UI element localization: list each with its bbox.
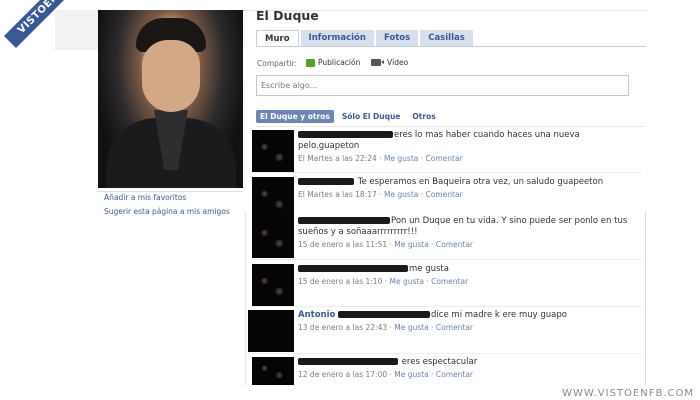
post-divider	[252, 259, 642, 260]
filter-otros[interactable]: Otros	[408, 110, 439, 123]
screenshot-page: Añadir a mis favoritos Sugerir esta pági…	[0, 0, 700, 400]
like-link[interactable]: Me gusta	[394, 370, 428, 379]
redacted-name	[338, 311, 431, 318]
top-strip	[55, 10, 98, 50]
poster-avatar[interactable]	[252, 357, 294, 385]
post-time: 15 de enero a las 11:51	[298, 240, 388, 249]
tab-divider	[256, 46, 646, 47]
poster-avatar[interactable]	[252, 130, 294, 172]
post-divider	[252, 172, 642, 173]
post-author[interactable]: Antonio	[298, 310, 335, 320]
like-link[interactable]: Me gusta	[384, 154, 418, 163]
left-blank-area	[55, 215, 245, 385]
sidebar-divider	[98, 191, 243, 192]
profile-photo[interactable]	[98, 10, 243, 188]
wall-filters: El Duque y otros Sólo El Duque Otros	[256, 110, 440, 123]
filter-duque-y-otros[interactable]: El Duque y otros	[256, 110, 334, 123]
post-time: El Martes a las 18:17	[298, 190, 377, 199]
redacted-name	[298, 265, 408, 272]
redacted-name	[298, 178, 354, 185]
post-text: dice mi madre k ere muy guapo	[431, 310, 567, 320]
status-composer-input[interactable]: Escribe algo...	[256, 75, 629, 96]
comment-link[interactable]: Comentar	[426, 154, 463, 163]
add-to-favorites-link[interactable]: Añadir a mis favoritos	[104, 193, 186, 202]
post-text: me gusta	[409, 264, 449, 274]
comment-link[interactable]: Comentar	[431, 277, 468, 286]
post-time: 13 de enero a las 22:43	[298, 323, 388, 332]
poster-avatar[interactable]	[252, 216, 294, 258]
filter-solo-duque[interactable]: Sólo El Duque	[338, 110, 405, 123]
poster-avatar[interactable]	[252, 177, 294, 219]
poster-avatar[interactable]	[248, 310, 294, 352]
video-camera-icon	[371, 59, 384, 66]
comment-link[interactable]: Comentar	[436, 240, 473, 249]
comment-link[interactable]: Comentar	[436, 370, 473, 379]
comment-link[interactable]: Comentar	[426, 190, 463, 199]
site-watermark: WWW.VISTOENFB.COM	[562, 388, 694, 399]
redacted-name	[298, 217, 390, 224]
filter-divider	[256, 126, 646, 127]
like-link[interactable]: Me gusta	[384, 190, 418, 199]
profile-tabs: Muro Información Fotos Casillas	[256, 30, 473, 46]
post-time: El Martes a las 22:24	[298, 154, 377, 163]
redacted-name	[298, 358, 398, 365]
post-time: 12 de enero a las 17:00	[298, 370, 388, 379]
speech-bubble-icon	[306, 58, 315, 68]
tab-informacion[interactable]: Información	[300, 30, 374, 46]
tab-fotos[interactable]: Fotos	[375, 30, 419, 46]
tab-casillas[interactable]: Casillas	[420, 30, 473, 46]
comment-link[interactable]: Comentar	[436, 323, 473, 332]
post-divider	[252, 353, 642, 354]
share-publicacion-label: Publicación	[318, 58, 361, 67]
post-text: eres espectacular	[401, 357, 478, 367]
page-title: El Duque	[256, 8, 319, 23]
like-link[interactable]: Me gusta	[394, 240, 428, 249]
share-publicacion-button[interactable]: Publicación	[306, 58, 361, 68]
post-text: Te esperamos en Baqueira otra vez, un sa…	[357, 177, 604, 187]
share-video-label: Vídeo	[387, 58, 409, 67]
post-divider	[252, 306, 642, 307]
like-link[interactable]: Me gusta	[394, 323, 428, 332]
poster-avatar[interactable]	[252, 264, 294, 306]
redacted-name	[298, 131, 393, 138]
like-link[interactable]: Me gusta	[390, 277, 424, 286]
suggest-page-link[interactable]: Sugerir esta página a mis amigos	[104, 207, 230, 216]
share-video-button[interactable]: Vídeo	[371, 58, 408, 67]
post-time: 15 de enero a las 1:10	[298, 277, 383, 286]
share-label: Compartir:	[257, 59, 298, 68]
tab-muro[interactable]: Muro	[256, 30, 299, 46]
left-gutter	[0, 0, 55, 400]
